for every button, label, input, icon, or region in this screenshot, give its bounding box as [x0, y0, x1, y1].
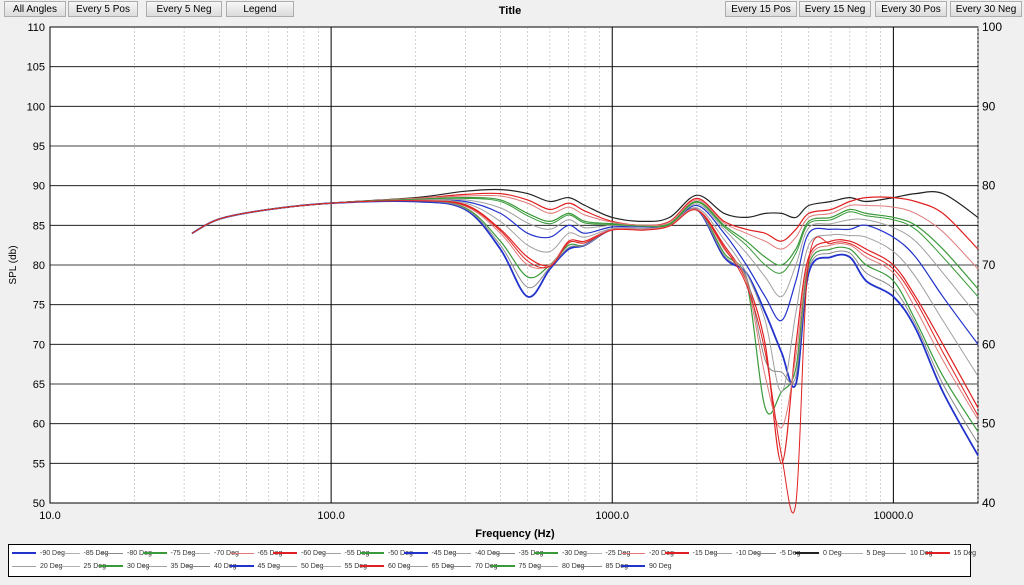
legend-swatch	[534, 552, 558, 555]
y2-tick-label: 50	[982, 417, 996, 431]
legend-swatch	[55, 565, 80, 567]
legend-swatch	[186, 565, 210, 567]
legend-swatch	[273, 552, 297, 555]
x-tick-label: 100.0	[317, 510, 345, 522]
legend-swatch	[142, 565, 167, 567]
legend-item: 5 Deg	[838, 548, 885, 559]
legend-swatch	[12, 552, 36, 555]
y2-tick-label: 40	[982, 496, 996, 510]
y-tick-label: 95	[33, 141, 45, 153]
legend-swatch	[447, 565, 471, 567]
legend-swatch	[316, 565, 341, 567]
y-tick-label: 55	[33, 458, 45, 470]
legend-swatch	[490, 552, 515, 554]
legend-swatch	[838, 552, 863, 554]
legend-swatch	[577, 552, 602, 554]
y-tick-label: 110	[27, 22, 45, 34]
legend-swatch	[664, 552, 689, 555]
legend-swatch	[447, 552, 471, 554]
legend-item: -5 Deg	[751, 548, 801, 559]
legend-swatch	[403, 565, 428, 567]
legend-item: 15 Deg	[925, 548, 977, 559]
y-tick-label: 70	[33, 339, 45, 351]
legend-label: 15 Deg	[953, 550, 977, 557]
legend-swatch	[534, 565, 558, 567]
legend-swatch	[229, 552, 254, 554]
legend-swatch	[708, 552, 732, 554]
legend-swatch	[99, 552, 123, 554]
legend-swatch	[186, 552, 210, 554]
legend-swatch	[12, 565, 36, 567]
legend-swatch	[621, 552, 645, 554]
y-tick-label: 85	[33, 220, 45, 232]
legend-swatch	[882, 552, 906, 554]
legend-swatch	[316, 552, 341, 554]
y2-tick-label: 70	[982, 258, 996, 272]
y-tick-label: 60	[33, 419, 45, 431]
y-axis-label: SPL (db)	[8, 245, 19, 284]
y-tick-label: 80	[33, 260, 45, 272]
legend-label: 90 Deg	[649, 563, 672, 570]
x-axis-label: Frequency (Hz)	[475, 528, 555, 540]
y2-tick-label: 90	[982, 99, 996, 113]
legend-swatch	[360, 565, 384, 568]
legend-item: 0 Deg	[795, 548, 842, 559]
x-tick-label: 1000.0	[595, 510, 629, 522]
y-tick-label: 75	[33, 300, 45, 312]
legend-swatch	[403, 552, 428, 555]
y2-tick-label: 80	[982, 179, 996, 193]
legend-swatch	[55, 552, 80, 554]
legend-item: 90 Deg	[621, 561, 672, 572]
legend-swatch	[795, 552, 819, 555]
legend-swatch	[273, 565, 297, 567]
y-tick-label: 90	[33, 181, 45, 193]
legend-swatch	[229, 565, 254, 568]
spl-chart: 50 55 60 65 70 75 80 85 90 95 100 105 110 40 50 60 70 80 9…	[8, 20, 1002, 540]
chart-legend: -90 Deg -85 Deg -80 Deg -75 Deg -70 Deg -65 D…	[8, 544, 976, 577]
legend-swatch	[142, 552, 167, 555]
legend-swatch	[99, 565, 123, 568]
y-tick-label: 50	[33, 498, 45, 510]
legend-swatch	[577, 565, 602, 567]
legend-swatch	[360, 552, 384, 555]
legend-swatch	[751, 552, 776, 554]
y-tick-label: 100	[27, 101, 45, 113]
x-tick-label: 10.0	[39, 510, 60, 522]
legend-swatch	[925, 552, 950, 555]
legend-swatch	[490, 565, 515, 568]
x-tick-label: 10000.0	[873, 510, 913, 522]
y2-tick-label: 100	[982, 20, 1002, 34]
y2-tick-label: 60	[982, 337, 996, 351]
y-tick-label: 105	[27, 62, 45, 74]
legend-swatch	[621, 565, 645, 568]
y-tick-label: 65	[33, 379, 45, 391]
